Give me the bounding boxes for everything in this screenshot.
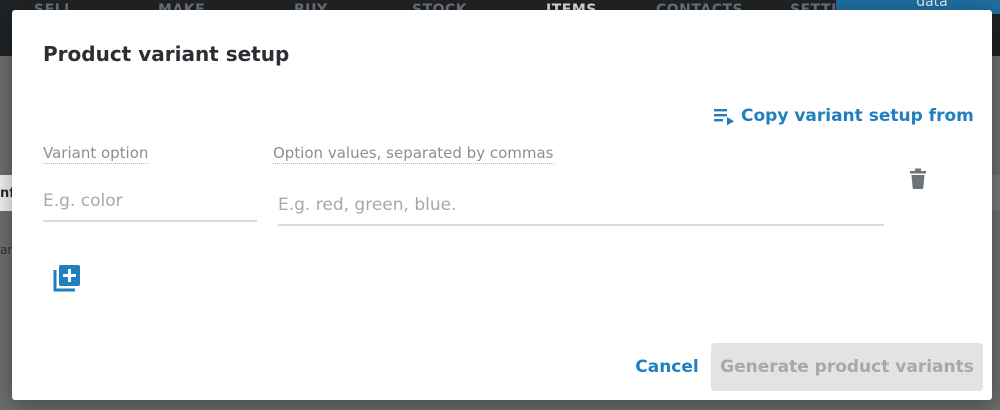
option-values-input[interactable]: [278, 186, 884, 226]
playlist-arrow-icon: [714, 109, 734, 126]
nav-data-button-label: data: [916, 0, 948, 10]
add-variant-option-icon[interactable]: [52, 263, 82, 293]
variant-option-input[interactable]: [43, 182, 257, 222]
product-variant-dialog: Product variant setup Copy variant setup…: [12, 10, 992, 400]
variant-option-label: Variant option: [43, 144, 149, 164]
trash-icon[interactable]: [908, 168, 928, 190]
option-values-label: Option values, separated by commas: [273, 144, 554, 164]
generate-product-variants-button[interactable]: Generate product variants: [711, 343, 983, 391]
copy-variant-setup-link[interactable]: Copy variant setup from: [712, 104, 974, 128]
dialog-title: Product variant setup: [43, 42, 290, 66]
copy-variant-setup-label: Copy variant setup from: [741, 106, 974, 126]
cancel-button[interactable]: Cancel: [617, 343, 717, 391]
